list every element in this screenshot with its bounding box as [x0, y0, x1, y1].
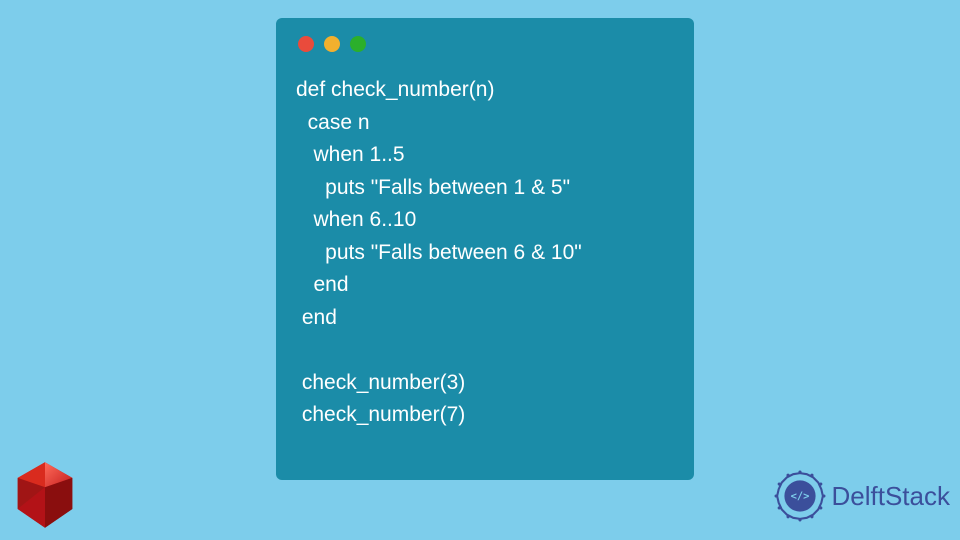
code-block: def check_number(n) case n when 1..5 put… — [296, 74, 674, 432]
window-traffic-lights — [298, 36, 674, 52]
ruby-gem-icon — [6, 456, 84, 534]
brand-name: DelftStack — [832, 481, 951, 512]
minimize-icon — [324, 36, 340, 52]
delftstack-gear-icon: </> — [774, 470, 826, 522]
code-window: def check_number(n) case n when 1..5 put… — [276, 18, 694, 480]
delftstack-brand: </> DelftStack — [774, 470, 951, 522]
close-icon — [298, 36, 314, 52]
svg-text:</>: </> — [790, 491, 809, 503]
maximize-icon — [350, 36, 366, 52]
